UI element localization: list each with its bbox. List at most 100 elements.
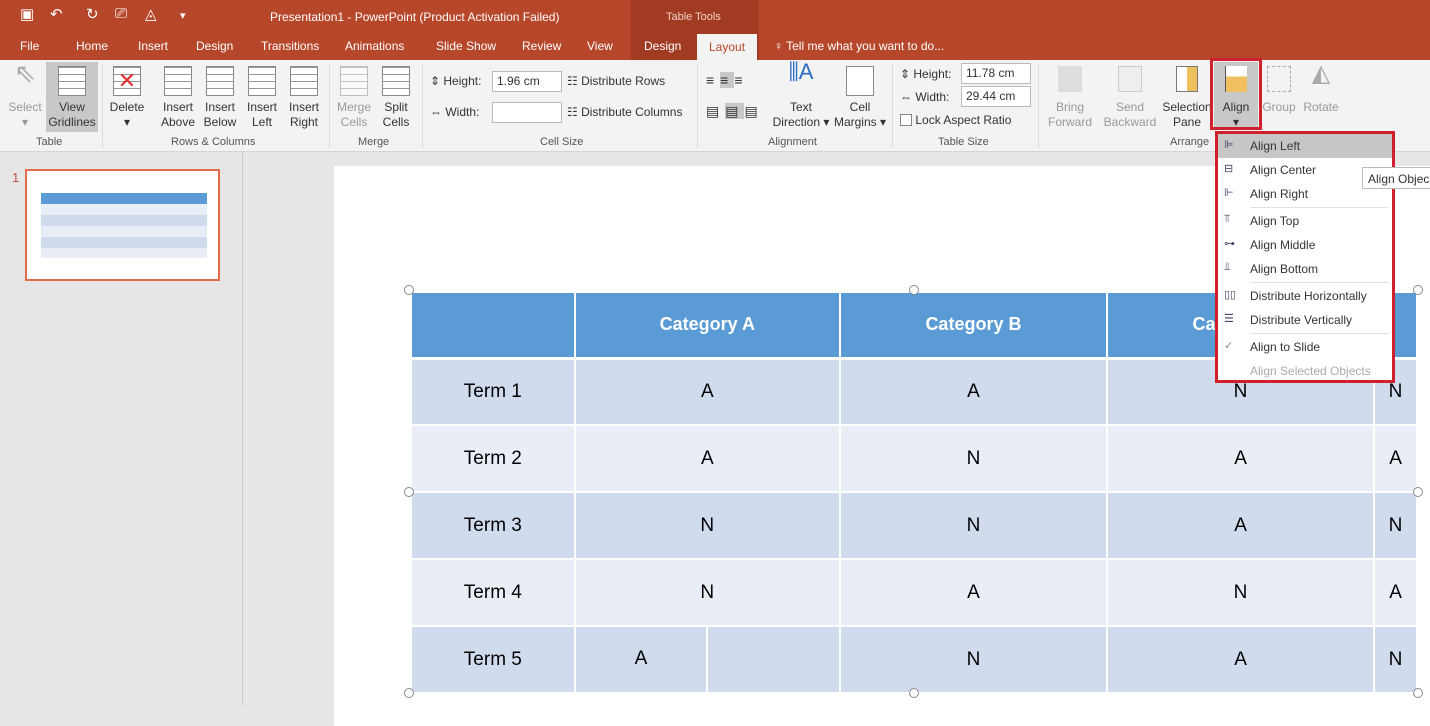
table-cell[interactable]: A	[1373, 424, 1418, 493]
table-height-input[interactable]: 11.78 cm	[961, 63, 1031, 84]
tab-view[interactable]: View	[587, 39, 613, 53]
table-cell[interactable]: Term 3	[410, 491, 576, 560]
resize-handle[interactable]	[1413, 688, 1423, 698]
checkbox-icon	[900, 114, 912, 126]
table-cell[interactable]: A	[576, 627, 709, 692]
undo-icon[interactable]: ↶	[50, 5, 63, 23]
tab-animations[interactable]: Animations	[345, 39, 404, 53]
tab-layout[interactable]: Layout	[697, 34, 758, 60]
insert-left-button[interactable]: Insert Left	[242, 66, 282, 130]
insert-right-button[interactable]: Insert Right	[284, 66, 324, 130]
tab-review[interactable]: Review	[522, 39, 561, 53]
resize-handle[interactable]	[1413, 285, 1423, 295]
table-cell[interactable]: Term 2	[410, 424, 576, 493]
menu-item-align-left[interactable]: ⊫ Align Left	[1218, 134, 1392, 158]
tab-slide-show[interactable]: Slide Show	[436, 39, 496, 53]
text-direction-button[interactable]: ⫼A Text Direction ▾	[772, 61, 830, 130]
tab-file[interactable]: File	[20, 39, 39, 53]
cell-margins-button[interactable]: Cell Margins ▾	[832, 66, 888, 130]
table-cell[interactable]: N	[573, 558, 841, 627]
table-cell[interactable]: Term 1	[410, 357, 576, 426]
bring-forward-button[interactable]: Bring Forward	[1042, 66, 1098, 130]
table-cell[interactable]: Term 5	[410, 625, 576, 694]
horizontal-align-buttons[interactable]: ≡≡≡	[706, 72, 749, 88]
table-cell[interactable]: A	[573, 424, 841, 493]
table-cell[interactable]: N	[1105, 558, 1376, 627]
height-icon: ⇕	[430, 74, 444, 88]
resize-handle[interactable]	[1413, 487, 1423, 497]
cell-width-input[interactable]	[492, 102, 562, 123]
table-cell[interactable]: A	[838, 357, 1109, 426]
group-button[interactable]: Group	[1260, 66, 1298, 115]
tab-transitions[interactable]: Transitions	[261, 39, 319, 53]
align-left-icon: ⊫	[1224, 139, 1234, 151]
tab-table-design[interactable]: Design	[644, 39, 681, 53]
resize-handle[interactable]	[404, 487, 414, 497]
save-icon[interactable]: ▣	[20, 5, 34, 23]
table-cell[interactable]: A	[1105, 625, 1376, 694]
split-table-cell[interactable]: A	[573, 625, 841, 694]
present-icon[interactable]: ⎚	[115, 5, 127, 22]
header-cell[interactable]: Category A	[573, 291, 841, 360]
send-backward-button[interactable]: Send Backward	[1100, 66, 1160, 130]
cell-height-input[interactable]: 1.96 cm	[492, 71, 562, 92]
table-cell[interactable]: A	[573, 357, 841, 426]
group-label-cell-size: Cell Size	[540, 136, 584, 148]
delete-button[interactable]: ✕ Delete ▾	[106, 66, 148, 130]
tell-me-search[interactable]: ♀ Tell me what you want to do...	[774, 39, 944, 53]
resize-handle[interactable]	[404, 285, 414, 295]
merge-cells-button[interactable]: Merge Cells	[334, 66, 374, 130]
table-cell[interactable]: Term 4	[410, 558, 576, 627]
distribute-rows-button[interactable]: ☷ Distribute Rows	[567, 74, 665, 88]
table-cell[interactable]	[708, 627, 839, 692]
menu-item-align-middle[interactable]: ⊶ Align Middle	[1218, 233, 1392, 257]
resize-handle[interactable]	[404, 688, 414, 698]
paint-icon[interactable]: ◬	[145, 5, 157, 23]
divider	[102, 64, 103, 148]
menu-item-distribute-horizontally[interactable]: ▯▯ Distribute Horizontally	[1218, 284, 1392, 308]
distribute-columns-button[interactable]: ☷ Distribute Columns	[567, 105, 682, 119]
group-label-table-size: Table Size	[938, 136, 989, 148]
insert-below-button[interactable]: Insert Below	[200, 66, 240, 130]
resize-handle[interactable]	[909, 285, 919, 295]
menu-item-align-selected-objects[interactable]: Align Selected Objects	[1218, 359, 1392, 383]
header-cell[interactable]: Category B	[838, 291, 1109, 360]
menu-item-align-bottom[interactable]: ⫫ Align Bottom	[1218, 257, 1392, 281]
table-cell[interactable]: A	[1373, 558, 1418, 627]
distribute-vertically-icon: ☰	[1224, 313, 1234, 325]
menu-item-align-to-slide[interactable]: ✓ Align to Slide	[1218, 335, 1392, 359]
vertical-align-buttons[interactable]: ▤▤▤	[706, 103, 764, 120]
view-gridlines-button[interactable]: View Gridlines	[46, 62, 98, 132]
tab-insert[interactable]: Insert	[138, 39, 168, 53]
table-cell[interactable]: N	[1373, 491, 1418, 560]
table-cell[interactable]: N	[838, 424, 1109, 493]
insert-above-button[interactable]: Insert Above	[158, 66, 198, 130]
menu-item-distribute-vertically[interactable]: ☰ Distribute Vertically	[1218, 308, 1392, 332]
gridlines-icon	[58, 66, 86, 96]
rotate-button[interactable]: ◭ Rotate	[1300, 60, 1342, 115]
table-cell[interactable]: A	[1105, 424, 1376, 493]
redo-icon[interactable]: ↻	[86, 5, 99, 23]
table-cell[interactable]: N	[838, 625, 1109, 694]
slide-thumbnail[interactable]	[25, 169, 220, 281]
tab-home[interactable]: Home	[76, 39, 108, 53]
selection-pane-button[interactable]: Selection Pane	[1162, 66, 1212, 130]
customize-qat-icon[interactable]: ▾	[180, 9, 186, 22]
split-cells-button[interactable]: Split Cells	[376, 66, 416, 130]
table-width-input[interactable]: 29.44 cm	[961, 86, 1031, 107]
table-cell[interactable]: N	[1373, 625, 1418, 694]
table-cell[interactable]: N	[838, 491, 1109, 560]
header-cell[interactable]	[410, 291, 576, 360]
table-cell[interactable]: A	[838, 558, 1109, 627]
menu-item-align-top[interactable]: ⫪ Align Top	[1218, 209, 1392, 233]
resize-handle[interactable]	[909, 688, 919, 698]
tab-design[interactable]: Design	[196, 39, 233, 53]
distribute-columns-icon: ☷	[567, 105, 582, 119]
table-cell[interactable]: A	[1105, 491, 1376, 560]
select-button[interactable]: ⇖ Select ▾	[6, 60, 44, 130]
table-cell[interactable]: N	[573, 491, 841, 560]
lock-aspect-ratio-checkbox[interactable]: Lock Aspect Ratio	[900, 113, 1011, 127]
send-backward-icon	[1118, 66, 1142, 92]
check-icon: ✓	[1224, 340, 1234, 352]
rotate-icon: ◭	[1311, 60, 1331, 87]
